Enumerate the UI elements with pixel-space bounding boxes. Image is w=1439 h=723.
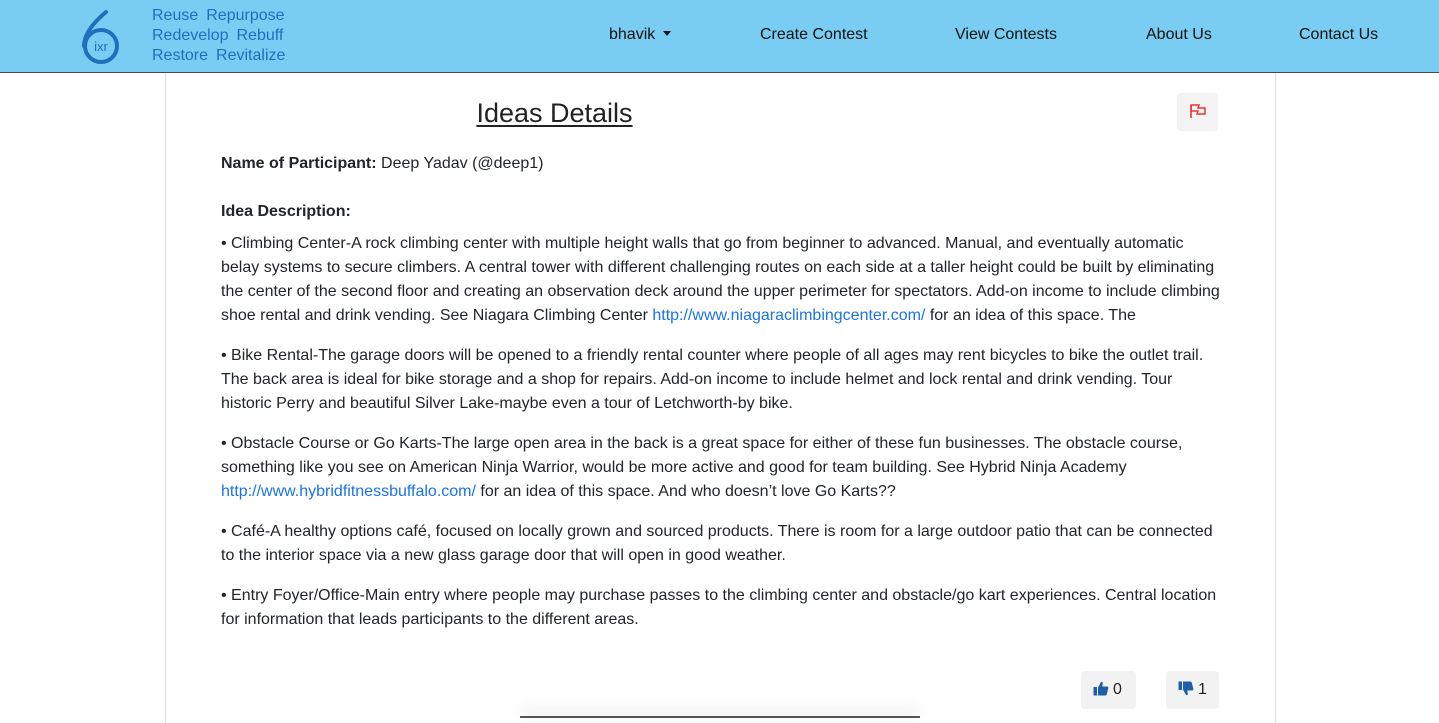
idea-paragraph: • Entry Foyer/Office-Main entry where pe… [221,587,1217,628]
caret-down-icon [663,31,672,36]
nav-about-us[interactable]: About Us [1146,26,1212,44]
thumbs-down-icon [1178,681,1194,696]
tagline-word: Redevelop [152,27,229,44]
like-count: 0 [1113,681,1122,698]
user-menu-dropdown[interactable]: bhavik [609,26,672,44]
logo-icon[interactable]: ixr [80,8,122,64]
flag-icon [1190,104,1206,118]
paragraph-text: for an idea of this space. And who doesn… [475,483,896,500]
paragraph-text: • Obstacle Course or Go Karts-The large … [221,435,1183,476]
idea-paragraph: • Bike Rental-The garage doors will be o… [221,347,1204,412]
navbar: ixr Reuse Repurpose Redevelop Rebuff Resto… [0,0,1439,73]
thumbs-up-icon [1093,681,1109,696]
niagara-link[interactable]: http://www.niagaraclimbingcenter.com/ [652,307,925,324]
dislike-count: 1 [1198,681,1207,698]
tagline-word: Reuse [152,7,199,24]
participant-label: Name of Participant: [221,155,377,172]
page-title: Ideas Details [476,98,633,128]
like-button[interactable]: 0 [1081,671,1136,709]
idea-content: Name of Participant: Deep Yadav (@deep1)… [221,152,1221,648]
tagline: Reuse Repurpose Redevelop Rebuff Restore Re… [152,6,293,66]
user-menu-label: bhavik [609,26,656,43]
logo-text: ixr [94,39,108,54]
participant-value: Deep Yadav (@deep1) [381,155,544,172]
tagline-word: Revitalize [216,47,286,64]
nav-view-contests[interactable]: View Contests [955,26,1057,44]
idea-paragraph: • Climbing Center-A rock climbing center… [221,232,1221,328]
description-heading: Idea Description: [221,200,1221,224]
tagline-word: Restore [152,47,209,64]
nav-create-contest[interactable]: Create Contest [760,26,868,44]
report-flag-button[interactable] [1177,93,1218,131]
hybrid-fitness-link[interactable]: http://www.hybridfitnessbuffalo.com/ [221,483,476,500]
paragraph-text: for an idea of this space. The [925,307,1136,324]
tagline-word: Rebuff [236,27,284,44]
participant-row: Name of Participant: Deep Yadav (@deep1) [221,152,1221,176]
description-label: Idea Description: [221,203,351,220]
tagline-word: Repurpose [206,7,285,24]
idea-paragraph: • Obstacle Course or Go Karts-The large … [221,432,1221,504]
nav-contact-us[interactable]: Contact Us [1299,26,1378,44]
idea-paragraph: • Café-A healthy options café, focused o… [221,523,1213,564]
dislike-button[interactable]: 1 [1166,671,1219,709]
